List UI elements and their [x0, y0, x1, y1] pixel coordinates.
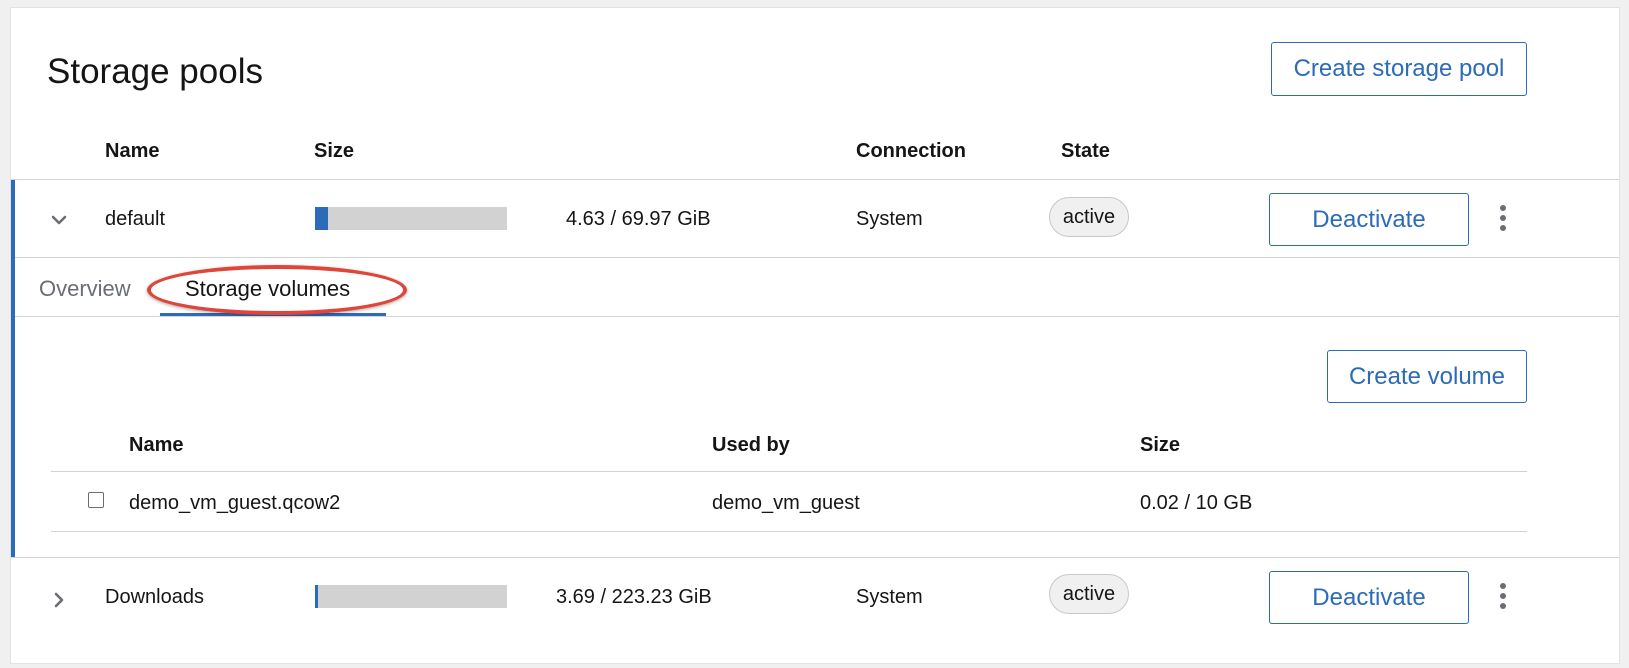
expanded-row-accent	[11, 180, 15, 558]
row-divider	[15, 257, 1619, 258]
row-expand-toggle[interactable]	[47, 208, 71, 232]
create-volume-button[interactable]: Create volume	[1327, 350, 1527, 403]
deactivate-button[interactable]: Deactivate	[1269, 571, 1469, 624]
column-header-size[interactable]: Size	[314, 140, 354, 163]
page-title: Storage pools	[47, 52, 263, 91]
header-divider	[11, 179, 1619, 180]
row-expand-toggle[interactable]	[47, 588, 71, 612]
pool-connection: System	[856, 208, 923, 230]
volumes-column-header-name[interactable]: Name	[129, 434, 183, 457]
create-storage-pool-button[interactable]: Create storage pool	[1271, 42, 1527, 96]
volumes-header-divider	[51, 471, 1527, 472]
column-header-connection[interactable]: Connection	[856, 140, 966, 163]
deactivate-button[interactable]: Deactivate	[1269, 193, 1469, 246]
status-badge: active	[1049, 197, 1129, 237]
kebab-menu-icon[interactable]	[1493, 581, 1513, 611]
pool-usage-fill	[315, 207, 328, 230]
volumes-column-header-used-by[interactable]: Used by	[712, 434, 790, 457]
volume-size: 0.02 / 10 GB	[1140, 492, 1253, 514]
volume-select-checkbox[interactable]	[88, 492, 104, 508]
tabs-divider	[15, 316, 1619, 317]
pool-usage-fill	[315, 585, 319, 608]
tab-storage-volumes[interactable]: Storage volumes	[185, 276, 350, 302]
pool-connection: System	[856, 586, 923, 608]
status-badge: active	[1049, 574, 1129, 614]
storage-pools-card: Storage pools Create storage pool Name S…	[10, 7, 1620, 664]
tab-overview[interactable]: Overview	[39, 276, 131, 302]
volumes-row-divider	[51, 531, 1527, 532]
chevron-down-icon	[51, 215, 67, 225]
pool-size-text: 4.63 / 69.97 GiB	[566, 208, 711, 230]
kebab-menu-icon[interactable]	[1493, 203, 1513, 233]
column-header-name[interactable]: Name	[105, 140, 159, 163]
column-header-state[interactable]: State	[1061, 140, 1110, 163]
pool-usage-bar	[315, 585, 507, 608]
pool-name[interactable]: default	[105, 208, 165, 231]
pool-usage-bar	[315, 207, 507, 230]
volumes-column-header-size[interactable]: Size	[1140, 434, 1180, 457]
pool-name[interactable]: Downloads	[105, 586, 204, 609]
row-divider	[11, 557, 1619, 558]
volume-name: demo_vm_guest.qcow2	[129, 492, 341, 514]
chevron-right-icon	[54, 592, 64, 608]
volume-used-by: demo_vm_guest	[712, 492, 860, 514]
pool-size-text: 3.69 / 223.23 GiB	[556, 586, 712, 608]
